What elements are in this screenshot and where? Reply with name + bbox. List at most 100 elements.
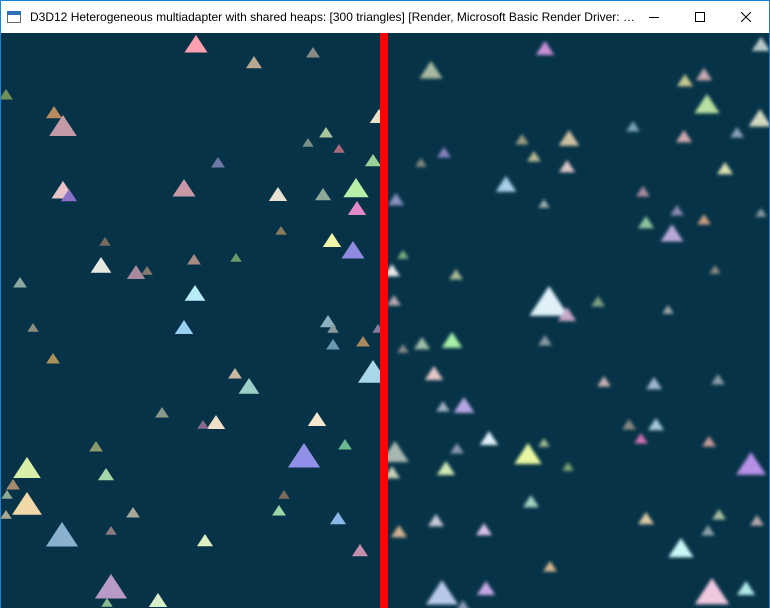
triangle bbox=[302, 138, 314, 147]
triangle bbox=[397, 344, 409, 353]
triangle bbox=[287, 443, 321, 468]
triangle bbox=[338, 439, 352, 450]
triangle bbox=[645, 377, 663, 390]
triangle bbox=[668, 538, 694, 558]
triangle bbox=[637, 512, 655, 525]
triangle bbox=[387, 193, 405, 206]
triangle bbox=[319, 127, 333, 138]
triangle bbox=[479, 431, 499, 445]
triangle bbox=[441, 332, 463, 348]
triangle bbox=[90, 257, 112, 273]
triangle bbox=[174, 320, 194, 334]
triangle bbox=[184, 35, 208, 53]
triangle bbox=[748, 109, 769, 127]
triangle bbox=[347, 201, 367, 215]
triangle bbox=[450, 443, 464, 454]
triangle bbox=[413, 337, 431, 350]
triangle bbox=[329, 512, 347, 525]
triangle bbox=[558, 130, 580, 146]
triangle bbox=[172, 179, 196, 197]
window-title: D3D12 Heterogeneous multiadapter with sh… bbox=[30, 10, 640, 24]
triangle bbox=[694, 94, 720, 114]
triangle bbox=[101, 598, 113, 607]
triangle bbox=[197, 420, 209, 429]
triangle bbox=[46, 353, 60, 364]
triangle bbox=[647, 418, 665, 431]
app-window: D3D12 Heterogeneous multiadapter with sh… bbox=[0, 0, 770, 608]
triangle bbox=[676, 74, 694, 87]
triangle bbox=[228, 368, 242, 379]
triangle bbox=[562, 462, 574, 471]
triangle bbox=[314, 188, 332, 201]
triangle bbox=[1, 490, 13, 499]
triangle bbox=[27, 323, 39, 332]
triangle bbox=[187, 254, 201, 265]
title-bar[interactable]: D3D12 Heterogeneous multiadapter with sh… bbox=[1, 1, 769, 33]
triangle bbox=[535, 41, 555, 55]
triangle bbox=[449, 269, 463, 280]
triangle bbox=[306, 47, 320, 58]
triangle bbox=[675, 130, 693, 143]
triangle bbox=[238, 378, 260, 394]
triangle bbox=[597, 376, 611, 387]
close-button[interactable] bbox=[723, 1, 769, 33]
triangle bbox=[278, 490, 290, 499]
triangle bbox=[141, 266, 153, 275]
triangle bbox=[97, 468, 115, 481]
triangle bbox=[736, 581, 756, 595]
triangle bbox=[476, 581, 496, 595]
triangle bbox=[126, 265, 146, 279]
triangle bbox=[272, 505, 286, 516]
triangle bbox=[45, 522, 79, 547]
triangle bbox=[268, 187, 288, 201]
app-icon bbox=[7, 11, 21, 23]
triangle bbox=[558, 160, 576, 173]
triangle bbox=[13, 277, 27, 288]
triangle bbox=[538, 199, 550, 208]
triangle bbox=[626, 121, 640, 132]
triangle bbox=[424, 366, 444, 380]
triangle bbox=[343, 178, 369, 198]
triangle bbox=[45, 106, 63, 119]
triangle bbox=[538, 438, 550, 447]
triangle bbox=[245, 56, 263, 69]
triangle bbox=[711, 374, 725, 385]
triangle bbox=[397, 250, 409, 259]
minimize-button[interactable] bbox=[631, 1, 677, 33]
triangle bbox=[364, 154, 382, 167]
triangle bbox=[206, 415, 226, 429]
triangle bbox=[660, 224, 684, 242]
triangle bbox=[475, 523, 493, 536]
left-render-pane bbox=[1, 35, 384, 607]
triangle bbox=[522, 495, 540, 508]
triangle bbox=[622, 419, 636, 430]
triangle bbox=[341, 241, 365, 259]
triangle bbox=[211, 157, 225, 168]
triangle bbox=[427, 514, 445, 527]
triangle bbox=[529, 286, 569, 316]
triangle bbox=[6, 479, 20, 490]
triangle bbox=[436, 461, 456, 475]
triangle bbox=[716, 162, 734, 175]
triangle bbox=[730, 127, 744, 138]
triangle bbox=[356, 336, 370, 347]
triangle bbox=[94, 574, 128, 599]
triangle bbox=[322, 233, 342, 247]
triangle bbox=[12, 492, 42, 515]
triangle bbox=[636, 186, 650, 197]
maximize-button[interactable] bbox=[677, 1, 723, 33]
triangle bbox=[425, 580, 459, 605]
triangle bbox=[712, 509, 726, 520]
triangle bbox=[755, 208, 767, 217]
maximize-icon bbox=[695, 12, 705, 22]
triangle bbox=[637, 216, 655, 229]
triangle bbox=[275, 226, 287, 235]
triangle bbox=[453, 397, 475, 413]
right-render-pane bbox=[384, 37, 769, 608]
close-icon bbox=[741, 12, 751, 22]
triangle bbox=[702, 436, 716, 447]
triangle bbox=[13, 457, 41, 478]
triangle bbox=[634, 433, 648, 444]
triangle bbox=[495, 176, 517, 192]
triangle bbox=[538, 335, 552, 346]
